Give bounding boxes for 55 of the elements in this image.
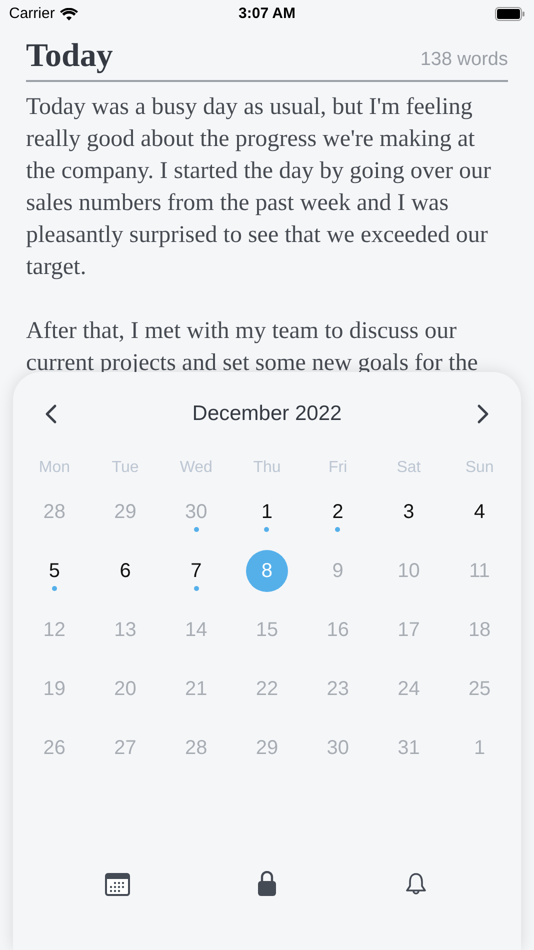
calendar-day[interactable]: 30 (175, 491, 218, 533)
weekday-label: Sat (396, 458, 421, 478)
calendar-day[interactable]: 6 (104, 550, 146, 592)
calendar-day[interactable]: 2 (316, 491, 359, 533)
calendar-day[interactable]: 21 (175, 668, 218, 710)
calendar-day[interactable]: 29 (104, 491, 146, 533)
chevron-left-icon (45, 404, 57, 424)
entry-title: Today (26, 37, 113, 76)
calendar-day[interactable]: 11 (458, 550, 501, 592)
calendar-day[interactable]: 15 (246, 609, 288, 651)
bell-icon (405, 872, 428, 896)
calendar-day[interactable]: 31 (388, 727, 430, 769)
weekday-label: Mon (38, 458, 70, 478)
calendar-day[interactable]: 27 (104, 727, 146, 769)
calendar-day[interactable]: 28 (33, 491, 76, 533)
entry-paragraph: Today was a busy day as usual, but I'm feeling really good about the progress we're making at the company. I started the day by going over our sales numbers from the past week and I was pleasantly surprised to see that we exceeded our target. (26, 93, 492, 282)
weekday-label: Fri (328, 458, 348, 478)
calendar-day[interactable]: 26 (33, 727, 76, 769)
calendar-day[interactable]: 7 (175, 550, 218, 592)
clock-time: 3:07 AM (238, 4, 296, 24)
calendar-day[interactable]: 17 (388, 609, 430, 651)
battery-icon (495, 7, 525, 21)
calendar-day[interactable]: 24 (388, 668, 430, 710)
month-title: December 2022 (192, 401, 342, 428)
lock-icon (256, 871, 277, 897)
carrier-label: Carrier (9, 4, 55, 24)
calendar-day[interactable]: 1 (246, 491, 288, 533)
weekday-label: Sun (465, 458, 494, 478)
calendar-day[interactable]: 13 (104, 609, 146, 651)
calendar-day[interactable]: 23 (316, 668, 359, 710)
calendar-day[interactable]: 29 (246, 727, 288, 769)
weekday-label: Wed (180, 458, 212, 478)
word-count: 138 words (420, 48, 508, 72)
calendar-day[interactable]: 18 (458, 609, 501, 651)
calendar-day[interactable]: 1 (458, 727, 501, 769)
calendar-day[interactable]: 30 (316, 727, 359, 769)
calendar-day[interactable]: 19 (33, 668, 76, 710)
calendar-day[interactable]: 16 (316, 609, 359, 651)
calendar-day[interactable]: 8 (246, 550, 288, 592)
calendar-day[interactable]: 4 (458, 491, 501, 533)
calendar-day[interactable]: 10 (388, 550, 430, 592)
calendar-day[interactable]: 3 (388, 491, 430, 533)
calendar-day[interactable]: 9 (316, 550, 359, 592)
weekday-label: Tue (112, 458, 139, 478)
wifi-icon (60, 8, 78, 20)
calendar-day[interactable]: 20 (104, 668, 146, 710)
calendar-day[interactable]: 5 (33, 550, 76, 592)
calendar-day[interactable]: 22 (246, 668, 288, 710)
calendar-day[interactable]: 25 (458, 668, 501, 710)
chevron-right-icon (476, 404, 489, 424)
calendar-day[interactable]: 28 (175, 727, 218, 769)
calendar-icon (105, 872, 130, 896)
weekday-label: Thu (253, 458, 281, 478)
calendar-day[interactable]: 12 (33, 609, 76, 651)
calendar-day[interactable]: 14 (175, 609, 218, 651)
